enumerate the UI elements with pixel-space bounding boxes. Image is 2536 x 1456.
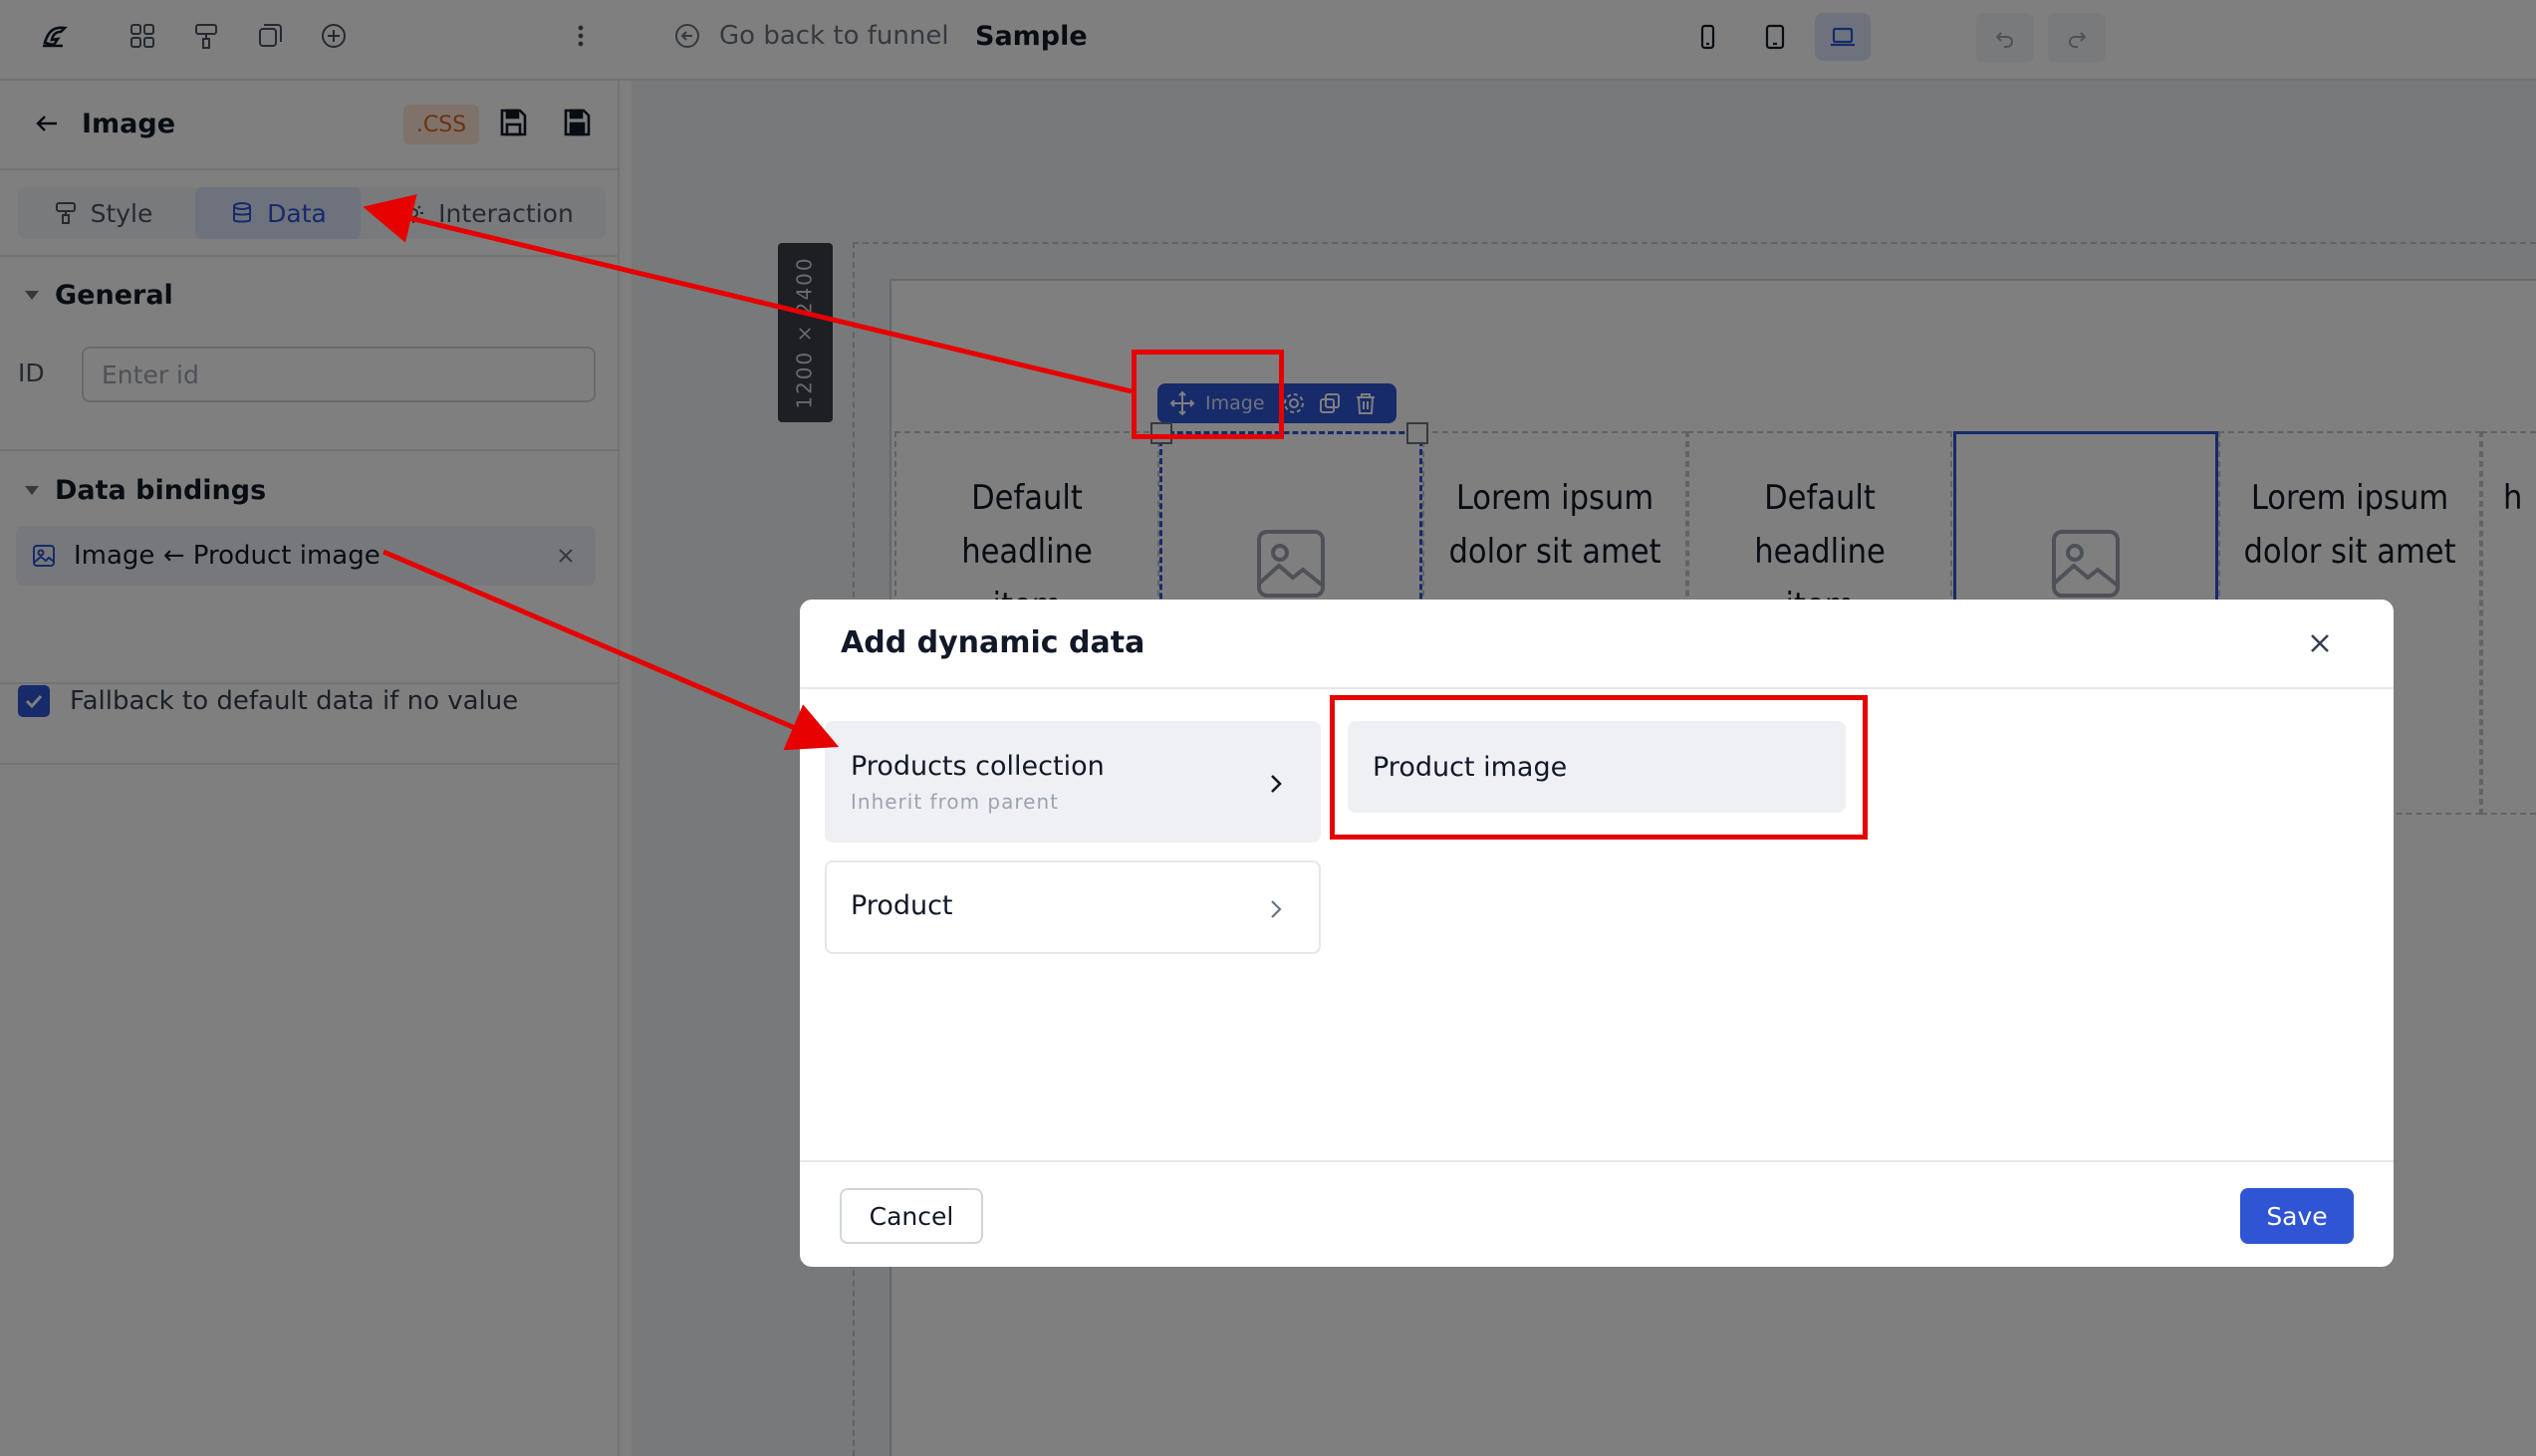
collection-item-product[interactable]: Product bbox=[825, 860, 1321, 954]
collection-subtitle: Inherit from parent bbox=[851, 790, 1059, 814]
annotation-highlight-box bbox=[1132, 350, 1284, 439]
close-icon[interactable] bbox=[2302, 625, 2338, 661]
collection-item-products[interactable]: Products collection Inherit from parent bbox=[825, 721, 1321, 843]
dialog-footer-divider bbox=[800, 1160, 2394, 1162]
save-button[interactable]: Save bbox=[2240, 1188, 2354, 1244]
collection-title: Products collection bbox=[851, 751, 1105, 782]
annotation-highlight-box bbox=[1330, 695, 1868, 840]
collection-title: Product bbox=[851, 890, 953, 921]
cancel-button[interactable]: Cancel bbox=[840, 1188, 983, 1244]
dialog-title: Add dynamic data bbox=[841, 625, 1145, 660]
dialog-header: Add dynamic data bbox=[800, 600, 2394, 689]
chevron-right-icon bbox=[1271, 775, 1282, 793]
chevron-right-icon bbox=[1271, 900, 1282, 918]
